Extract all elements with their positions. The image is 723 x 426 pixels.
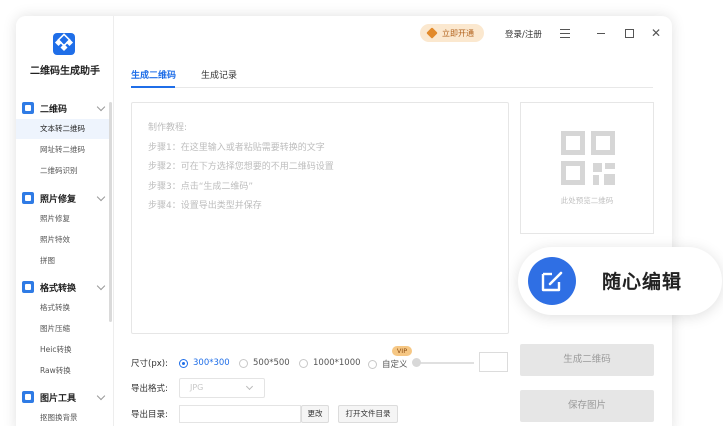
size-option-1000[interactable]: 1000*1000 [299,358,361,368]
tutorial-step-2: 步骤2：可在下方选择您想要的不用二维码设置 [148,162,334,172]
app-name: 二维码生成助手 [30,66,100,77]
tutorial-title: 制作教程: [148,123,188,133]
tab-generate-qrcode[interactable]: 生成二维码 [131,68,176,81]
open-directory-button[interactable]: 打开文件目录 [338,405,398,423]
login-register-link[interactable]: 登录/注册 [505,28,542,40]
tutorial-step-1: 步骤1：在这里输入或者粘贴需要转换的文字 [148,142,325,153]
diamond-icon [426,27,438,39]
app-window: 二维码生成助手 二维码 文本转二维码 网址转二维码 二维码识别 照片修复 照片修… [16,16,672,426]
sidebar-group-label: 二维码 [40,104,68,115]
sidebar-group-photo-repair[interactable]: 照片修复 [22,190,108,206]
minimize-icon[interactable] [594,26,608,40]
chevron-down-icon [96,192,106,201]
qrcode-preview: 此处预览二维码 [520,102,654,234]
sidebar-item-image-compress[interactable]: 图片压缩 [16,319,110,339]
sidebar-item-format-convert[interactable]: 格式转换 [16,298,110,318]
radio-dot [299,358,308,368]
image-tools-group-icon [22,391,34,403]
vip-open-button[interactable]: 立即开通 [420,24,484,42]
vip-open-label: 立即开通 [442,28,474,38]
sidebar-group-label: 格式转换 [40,283,77,294]
size-option-label: 300*300 [193,358,230,368]
directory-input[interactable] [179,405,301,423]
sidebar-item-collage[interactable]: 拼图 [16,251,110,271]
chevron-down-icon [245,382,254,391]
active-tab-indicator [131,86,175,88]
photo-repair-group-icon [22,192,34,204]
size-label: 尺寸(px): [131,359,168,369]
generate-qrcode-button[interactable]: 生成二维码 [520,344,654,376]
chevron-down-icon [96,281,106,290]
format-value: JPG [190,383,204,392]
sidebar-group-label: 图片工具 [40,393,77,404]
radio-dot [368,359,377,369]
size-option-label: 500*500 [253,358,290,368]
sidebar-item-cutout-background[interactable]: 抠图换背景 [16,408,110,426]
sidebar-group-image-tools[interactable]: 图片工具 [22,389,108,405]
sidebar-item-text-to-qrcode[interactable]: 文本转二维码 [16,119,110,139]
size-option-custom[interactable]: 自定义 [368,358,408,370]
qrcode-placeholder-icon [561,131,615,185]
save-image-button[interactable]: 保存图片 [520,390,654,422]
change-directory-button[interactable]: 更改 [301,405,329,423]
vip-badge: VIP [392,346,412,356]
chevron-down-icon [96,391,106,400]
chevron-down-icon [96,102,106,111]
sidebar-item-qrcode-recognition[interactable]: 二维码识别 [16,161,110,181]
size-option-label: 自定义 [382,360,408,370]
radio-dot [239,358,248,368]
sidebar-item-photo-effects[interactable]: 照片特效 [16,230,110,250]
tutorial-step-3: 步骤3：点击“生成二维码” [148,181,254,192]
custom-size-input[interactable] [479,352,508,372]
format-convert-group-icon [22,281,34,293]
menu-icon[interactable] [558,26,572,40]
size-option-500[interactable]: 500*500 [239,358,290,368]
format-select[interactable]: JPG [179,378,265,398]
sidebar-group-qrcode[interactable]: 二维码 [22,100,108,116]
custom-size-slider-handle[interactable] [412,358,421,367]
sidebar-scrollbar[interactable] [109,102,112,322]
tab-generate-history[interactable]: 生成记录 [201,68,237,81]
size-option-300[interactable]: 300*300 [179,358,230,368]
radio-dot [179,358,188,368]
custom-size-slider-track[interactable] [416,362,474,364]
sidebar-group-label: 照片修复 [40,194,77,205]
sidebar-group-format-convert[interactable]: 格式转换 [22,279,108,295]
sidebar-item-raw-convert[interactable]: Raw转换 [16,361,110,381]
close-icon[interactable]: ✕ [649,26,663,40]
tab-divider [131,87,653,88]
text-input-area[interactable]: 制作教程: 步骤1：在这里输入或者粘贴需要转换的文字 步骤2：可在下方选择您想要… [131,102,509,334]
size-option-label: 1000*1000 [313,358,361,368]
edit-feature-text: 随心编辑 [602,271,683,293]
sidebar-item-heic-convert[interactable]: Heic转换 [16,340,110,360]
qrcode-group-icon [22,102,34,114]
edit-icon [528,257,576,305]
preview-label: 此处预览二维码 [560,196,614,205]
directory-label: 导出目录: [131,410,168,420]
maximize-icon[interactable] [622,26,636,40]
sidebar-item-url-to-qrcode[interactable]: 网址转二维码 [16,140,110,160]
app-logo-icon [53,33,75,55]
tutorial-step-4: 步骤4：设置导出类型并保存 [148,201,262,211]
sidebar-item-photo-repair[interactable]: 照片修复 [16,209,110,229]
edit-feature-badge: 随心编辑 [518,247,722,315]
sidebar: 二维码生成助手 二维码 文本转二维码 网址转二维码 二维码识别 照片修复 照片修… [16,16,114,426]
format-label: 导出格式: [131,384,168,394]
